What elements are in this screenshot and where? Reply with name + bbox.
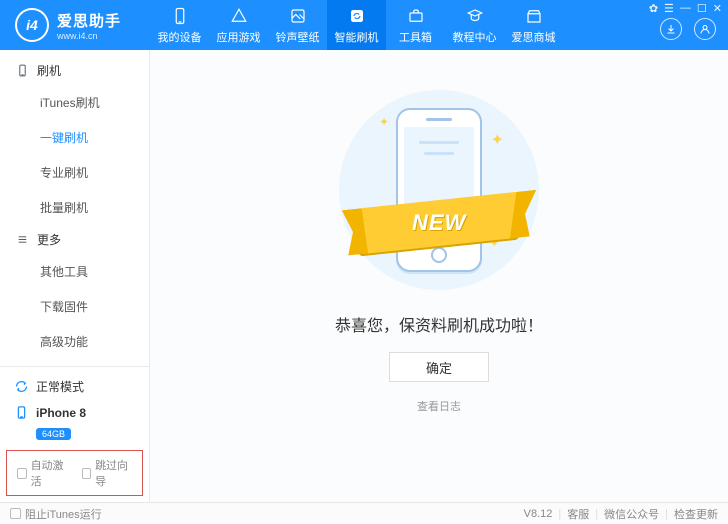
menu-icon[interactable]: ☰	[664, 2, 674, 15]
ok-button[interactable]: 确定	[389, 352, 489, 382]
download-icon[interactable]	[660, 18, 682, 40]
toolbox-icon	[405, 6, 427, 26]
close-icon[interactable]: ✕	[713, 2, 722, 15]
tab-apps[interactable]: 应用游戏	[209, 0, 268, 50]
tab-label: 教程中心	[453, 29, 497, 45]
sidebar: 刷机 iTunes刷机 一键刷机 专业刷机 批量刷机 更多 其他工具 下载固件 …	[0, 50, 150, 502]
wallpaper-icon	[287, 6, 309, 26]
logo-icon: i4	[15, 8, 49, 42]
options-box: 自动激活 跳过向导	[6, 450, 143, 496]
tab-tutorial[interactable]: 教程中心	[445, 0, 504, 50]
loop-icon	[14, 379, 29, 394]
tab-my-device[interactable]: 我的设备	[150, 0, 209, 50]
brand-url: www.i4.cn	[57, 31, 121, 41]
nav-tabs: 我的设备 应用游戏 铃声壁纸 智能刷机 工具箱 教程中心 爱思商城	[150, 0, 563, 50]
mode-row[interactable]: 正常模式	[14, 373, 139, 400]
sidebar-item-advanced[interactable]: 高级功能	[0, 324, 149, 359]
update-link[interactable]: 检查更新	[674, 506, 718, 522]
device-row[interactable]: iPhone 8	[14, 400, 139, 425]
sidebar-item-other-tools[interactable]: 其他工具	[0, 254, 149, 289]
minimize-icon[interactable]: —	[680, 2, 691, 15]
mode-label: 正常模式	[36, 378, 84, 395]
tutorial-icon	[464, 6, 486, 26]
version-label: V8.12	[524, 508, 553, 520]
support-link[interactable]: 客服	[567, 506, 589, 522]
view-log-link[interactable]: 查看日志	[417, 398, 461, 414]
maximize-icon[interactable]: ☐	[697, 2, 707, 15]
tab-toolbox[interactable]: 工具箱	[386, 0, 445, 50]
tab-label: 应用游戏	[217, 29, 261, 45]
checkbox-label: 阻止iTunes运行	[25, 506, 102, 522]
tab-label: 我的设备	[158, 29, 202, 45]
checkbox-label: 自动激活	[31, 457, 68, 489]
sidebar-item-batch-flash[interactable]: 批量刷机	[0, 190, 149, 225]
sidebar-group-more[interactable]: 更多	[0, 225, 149, 254]
phone-small-icon	[14, 405, 29, 420]
apps-icon	[228, 6, 250, 26]
user-icon[interactable]	[694, 18, 716, 40]
tab-label: 工具箱	[399, 29, 432, 45]
sidebar-item-oneclick-flash[interactable]: 一键刷机	[0, 120, 149, 155]
sidebar-item-itunes-flash[interactable]: iTunes刷机	[0, 85, 149, 120]
success-illustration: ✦ ✦ ✦ ✦ NEW	[339, 90, 539, 290]
header: i4 爱思助手 www.i4.cn 我的设备 应用游戏 铃声壁纸 智能刷机 工具…	[0, 0, 728, 50]
tab-label: 智能刷机	[335, 29, 379, 45]
checkbox-prevent-itunes[interactable]: 阻止iTunes运行	[10, 506, 102, 522]
tab-store[interactable]: 爱思商城	[504, 0, 563, 50]
capacity-badge: 64GB	[36, 428, 71, 440]
sidebar-group-flash[interactable]: 刷机	[0, 56, 149, 85]
checkbox-label: 跳过向导	[95, 457, 132, 489]
sidebar-item-pro-flash[interactable]: 专业刷机	[0, 155, 149, 190]
brand-title: 爱思助手	[57, 10, 121, 31]
device-icon	[16, 64, 29, 77]
window-controls: ✿ ☰ — ☐ ✕	[649, 2, 722, 15]
phone-icon	[169, 6, 191, 26]
list-icon	[16, 233, 29, 246]
logo-block: i4 爱思助手 www.i4.cn	[0, 8, 150, 42]
checkbox-auto-activate[interactable]: 自动激活	[17, 457, 68, 489]
refresh-icon	[346, 6, 368, 26]
tab-flash[interactable]: 智能刷机	[327, 0, 386, 50]
footer: 阻止iTunes运行 V8.12 | 客服 | 微信公众号 | 检查更新	[0, 502, 728, 524]
store-icon	[523, 6, 545, 26]
settings-icon[interactable]: ✿	[649, 2, 658, 15]
sidebar-group-label: 更多	[37, 231, 61, 248]
ribbon-text: NEW	[412, 210, 466, 236]
tab-label: 爱思商城	[512, 29, 556, 45]
sidebar-group-label: 刷机	[37, 62, 61, 79]
tab-label: 铃声壁纸	[276, 29, 320, 45]
sidebar-item-download-firmware[interactable]: 下载固件	[0, 289, 149, 324]
checkbox-skip-guide[interactable]: 跳过向导	[82, 457, 133, 489]
main-content: ✦ ✦ ✦ ✦ NEW 恭喜您，保资料刷机成功啦！ 确定 查看日志	[150, 50, 728, 502]
wechat-link[interactable]: 微信公众号	[604, 506, 659, 522]
device-name: iPhone 8	[36, 406, 86, 420]
tab-ringtones[interactable]: 铃声壁纸	[268, 0, 327, 50]
success-message: 恭喜您，保资料刷机成功啦！	[335, 312, 543, 336]
